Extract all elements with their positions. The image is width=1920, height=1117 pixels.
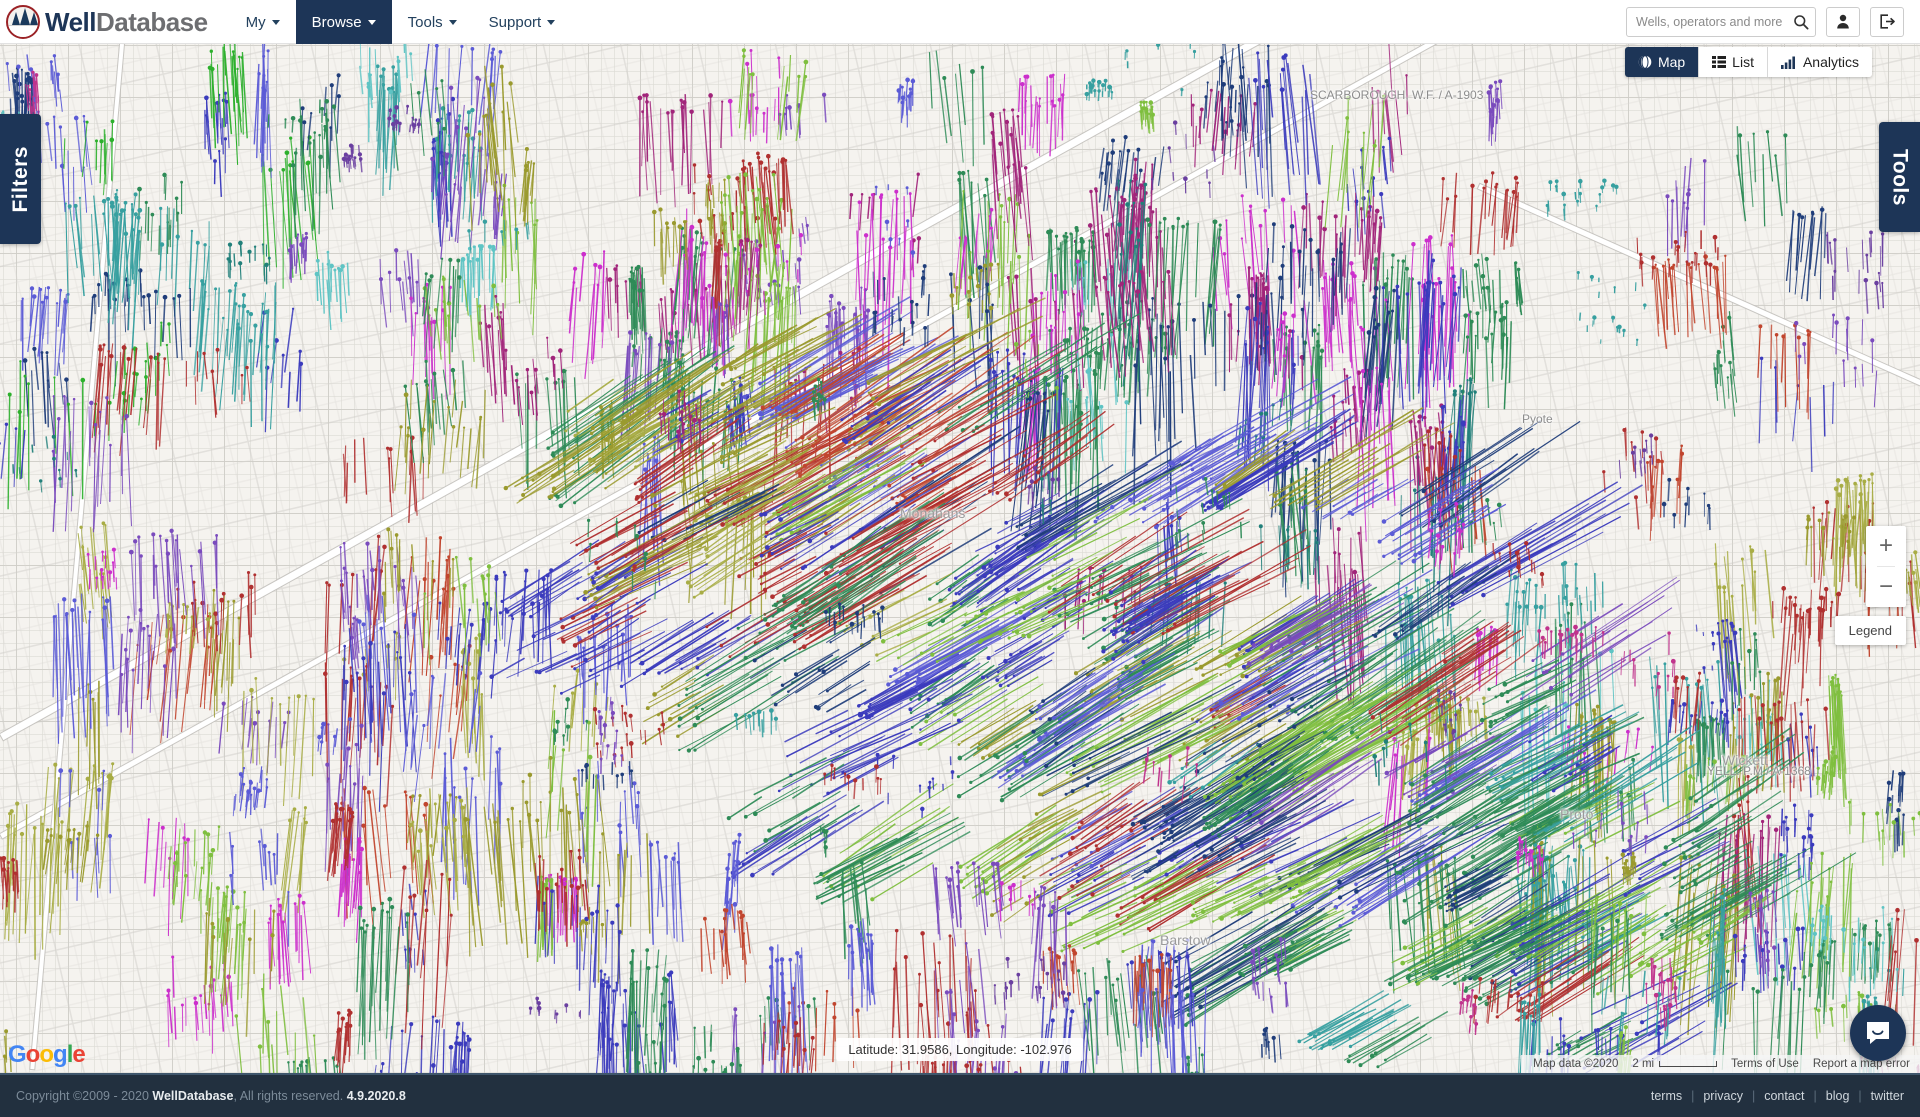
nav-item-browse[interactable]: Browse	[295, 0, 392, 44]
google-logo: Google	[8, 1041, 86, 1069]
brand-logo[interactable]: WellDatabase	[0, 0, 214, 44]
nav-label-tools: Tools	[407, 13, 443, 31]
search-icon	[1794, 14, 1809, 30]
app-root: WellDatabase My Browse Tools Support Wel…	[0, 0, 1920, 1117]
google-g2: g	[53, 1041, 68, 1068]
chat-bubble-icon	[1867, 1022, 1889, 1044]
footer-link-blog[interactable]: blog	[1826, 1089, 1850, 1103]
map-scale-bar	[1659, 1061, 1718, 1067]
bar-chart-icon	[1780, 56, 1795, 69]
app-version: 4.9.2020.8	[346, 1089, 406, 1103]
brand-wordmark: WellDatabase	[45, 7, 208, 38]
copyright-text: Copyright ©2009 - 2020 WellDatabase, All…	[16, 1089, 406, 1103]
footer-link-twitter[interactable]: twitter	[1871, 1089, 1904, 1103]
user-icon	[1837, 14, 1849, 29]
tab-analytics[interactable]: Analytics	[1767, 47, 1872, 77]
chat-widget-button[interactable]	[1850, 1005, 1906, 1061]
logout-button[interactable]	[1870, 6, 1904, 37]
nav-item-support[interactable]: Support	[473, 0, 572, 44]
filters-panel-tab[interactable]: Filters	[0, 114, 41, 244]
google-g1: G	[8, 1041, 27, 1068]
navbar-right-group	[1626, 0, 1920, 43]
footer-links: terms | privacy | contact | blog | twitt…	[1651, 1089, 1904, 1103]
map-data-credit: Map data ©2020	[1533, 1058, 1619, 1070]
google-o1: o	[25, 1041, 41, 1068]
brand-word-database: Database	[95, 6, 208, 37]
report-map-error-link[interactable]: Report a map error	[1813, 1058, 1910, 1070]
globe-icon	[1638, 55, 1652, 69]
copyright-prefix: Copyright ©2009 - 2020	[16, 1089, 153, 1103]
tab-map[interactable]: Map	[1624, 47, 1700, 77]
page-footer: Copyright ©2009 - 2020 WellDatabase, All…	[0, 1073, 1920, 1117]
chevron-down-icon	[448, 19, 457, 25]
tools-tab-label: Tools	[1888, 148, 1912, 206]
footer-separator: |	[1751, 1089, 1756, 1103]
global-search	[1626, 6, 1816, 37]
map-canvas[interactable]: SCARBOROUGH, W.F. / A-1903 Wickett YELL. P…	[0, 44, 1920, 1073]
zoom-in-button[interactable]: +	[1866, 526, 1906, 566]
tab-list[interactable]: List	[1699, 47, 1768, 77]
tab-analytics-label: Analytics	[1802, 54, 1859, 70]
footer-link-privacy[interactable]: privacy	[1703, 1089, 1743, 1103]
chevron-down-icon	[547, 19, 556, 25]
search-button[interactable]	[1788, 9, 1814, 35]
map-viewport[interactable]: SCARBOROUGH, W.F. / A-1903 Wickett YELL. P…	[0, 44, 1920, 1073]
nav-label-support: Support	[488, 13, 542, 31]
chevron-down-icon	[367, 19, 376, 25]
nav-item-my[interactable]: My	[230, 0, 296, 44]
map-attribution: Map data ©2020 2 mi Terms of Use Report …	[1521, 1055, 1920, 1073]
top-navbar: WellDatabase My Browse Tools Support	[0, 0, 1920, 44]
footer-separator: |	[1691, 1089, 1695, 1103]
map-scale: 2 mi	[1632, 1058, 1718, 1070]
well-sticks-layer	[0, 44, 1920, 1073]
copyright-brand: WellDatabase	[152, 1089, 234, 1103]
main-nav: My Browse Tools Support	[230, 0, 572, 44]
footer-link-terms[interactable]: terms	[1651, 1089, 1682, 1103]
nav-label-my: My	[245, 13, 266, 31]
list-icon	[1712, 56, 1727, 68]
footer-link-contact[interactable]: contact	[1764, 1089, 1804, 1103]
footer-separator: |	[1858, 1089, 1862, 1103]
zoom-out-button[interactable]: −	[1866, 567, 1906, 607]
zoom-controls: + −	[1866, 526, 1906, 607]
google-e: e	[72, 1041, 85, 1068]
footer-separator: |	[1813, 1089, 1817, 1103]
tab-list-label: List	[1732, 54, 1754, 70]
tools-panel-tab[interactable]: Tools	[1879, 122, 1920, 232]
tab-map-label: Map	[1657, 54, 1686, 70]
account-button[interactable]	[1826, 6, 1860, 37]
nav-label-browse: Browse	[311, 13, 362, 31]
copyright-suffix: , All rights reserved.	[233, 1089, 347, 1103]
terms-of-use-link[interactable]: Terms of Use	[1731, 1058, 1799, 1070]
map-scale-label: 2 mi	[1632, 1058, 1655, 1070]
logout-icon	[1880, 14, 1895, 29]
nav-item-tools[interactable]: Tools	[392, 0, 473, 44]
filters-tab-label: Filters	[8, 145, 32, 213]
coordinates-readout: Latitude: 31.9586, Longitude: -102.976	[836, 1038, 1084, 1061]
google-o2: o	[39, 1041, 54, 1068]
chevron-down-icon	[271, 19, 280, 25]
oil-derrick-badge-icon	[6, 5, 40, 39]
view-mode-tabs: Map List Analytics	[1624, 47, 1872, 77]
legend-button[interactable]: Legend	[1834, 616, 1906, 645]
brand-word-well: Well	[45, 6, 96, 37]
